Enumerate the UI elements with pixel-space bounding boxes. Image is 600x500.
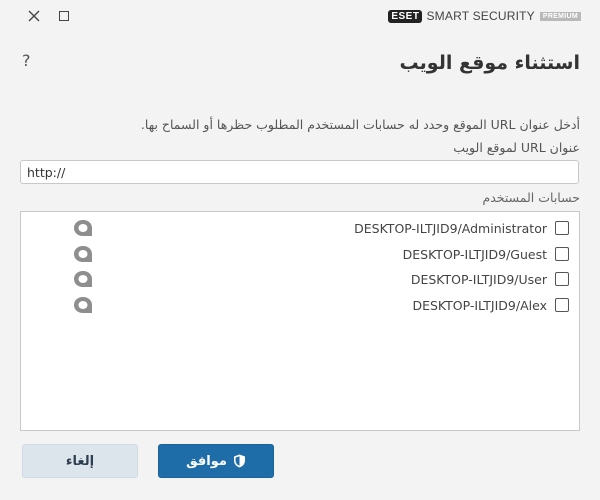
cancel-button-label: إلغاء [65,453,95,469]
close-button[interactable] [24,6,44,26]
user-checkbox[interactable] [555,247,569,261]
maximize-button[interactable] [54,6,74,26]
user-icon [74,297,92,313]
page-title: استثناء موقع الويب [399,52,580,74]
description-text: أدخل عنوان URL الموقع وحدد له حسابات الم… [140,117,580,132]
maximize-icon [59,11,69,21]
product-tier-badge: PREMIUM [539,11,581,21]
eset-logo: ESET [388,9,423,23]
url-input[interactable] [20,160,579,184]
user-accounts-list: DESKTOP-ILTJID9/Administrator DESKTOP-IL… [20,211,580,431]
user-icon [74,271,92,287]
shield-icon [233,454,245,468]
user-checkbox[interactable] [555,272,569,286]
user-checkbox[interactable] [555,221,569,235]
user-name: DESKTOP-ILTJID9/Guest [402,247,547,262]
user-name: DESKTOP-ILTJID9/Administrator [354,221,547,236]
user-name: DESKTOP-ILTJID9/User [410,272,547,287]
users-label: حسابات المستخدم [482,190,580,205]
ok-button-label: موافق [186,453,227,469]
cancel-button[interactable]: إلغاء [22,444,138,478]
user-row-user[interactable]: DESKTOP-ILTJID9/User [21,269,579,289]
help-icon[interactable]: ? [22,51,31,70]
close-icon [28,10,40,22]
user-name: DESKTOP-ILTJID9/Alex [412,298,547,313]
product-name: SMART SECURITY [426,9,535,23]
user-checkbox[interactable] [555,298,569,312]
title-bar: ESET SMART SECURITY PREMIUM [0,0,600,32]
user-row-guest[interactable]: DESKTOP-ILTJID9/Guest [21,244,579,264]
ok-button[interactable]: موافق [158,444,274,478]
user-icon [74,220,92,236]
user-row-administrator[interactable]: DESKTOP-ILTJID9/Administrator [21,218,579,238]
user-icon [74,246,92,262]
brand-logo: ESET SMART SECURITY PREMIUM [388,8,581,24]
user-row-alex[interactable]: DESKTOP-ILTJID9/Alex [21,295,579,315]
url-label: عنوان URL لموقع الويب [453,140,580,155]
